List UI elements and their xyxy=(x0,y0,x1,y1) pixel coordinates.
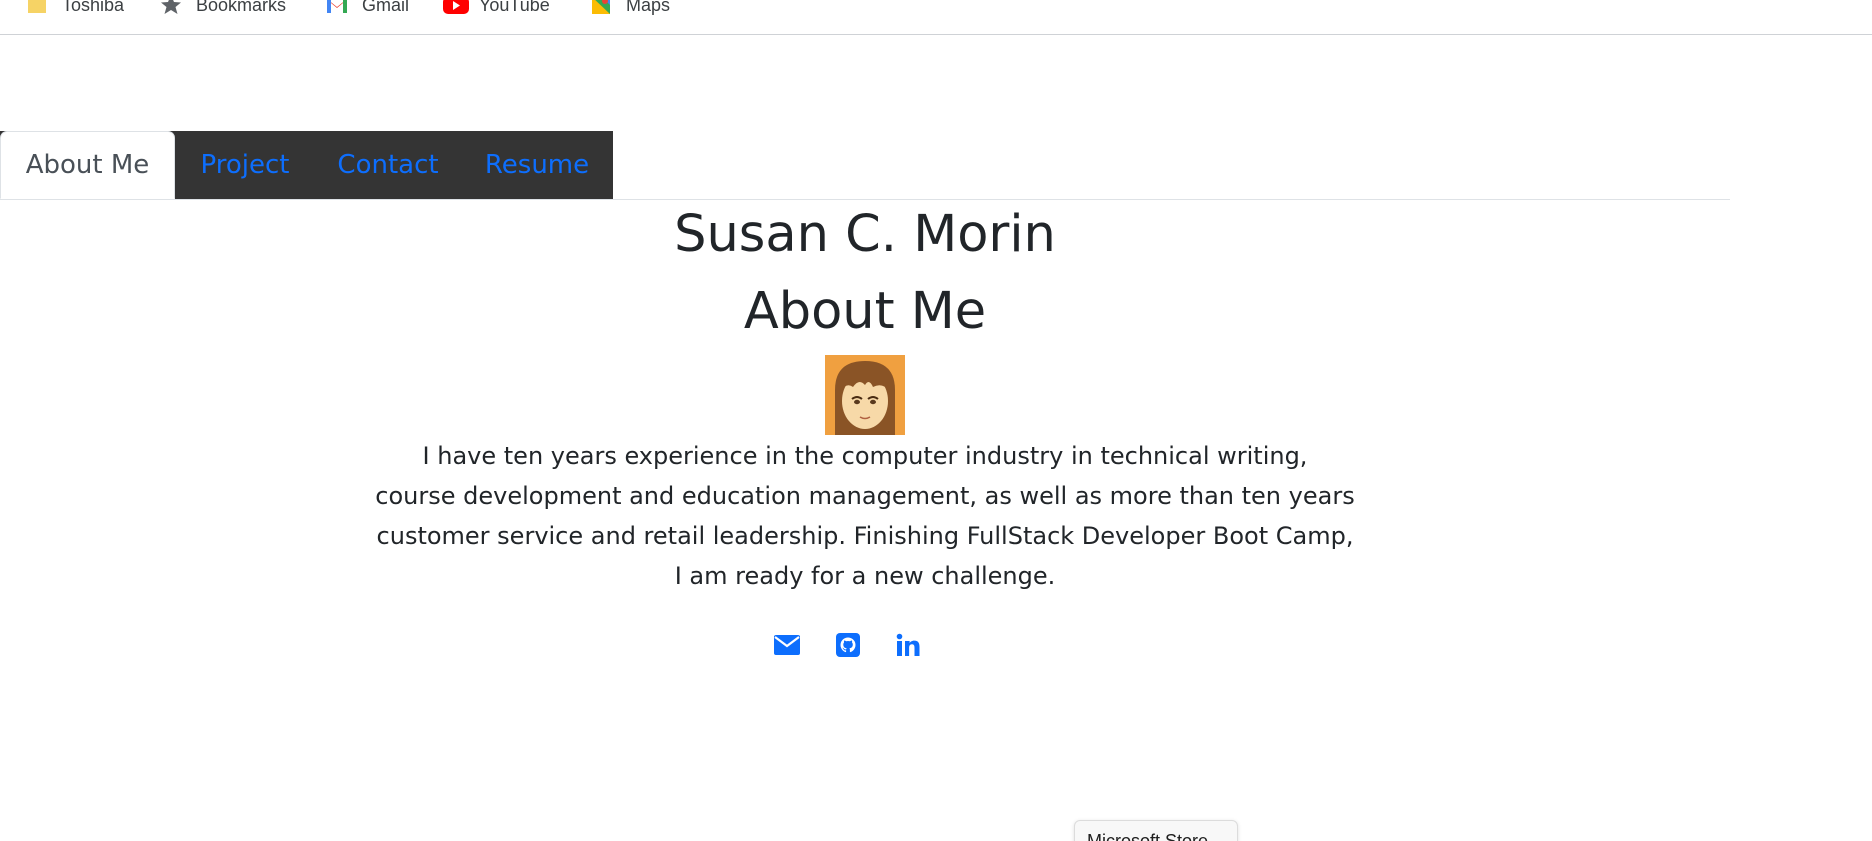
bookmark-label: Toshiba xyxy=(62,0,125,15)
nav-tabs: About Me Project Contact Resume xyxy=(0,131,1730,200)
bio-line: I am ready for a new challenge. xyxy=(674,562,1056,590)
tab-contact[interactable]: Contact xyxy=(315,131,461,199)
bio-paragraph: I have ten years experience in the compu… xyxy=(375,436,1355,596)
bookmark-label: Gmail xyxy=(362,0,410,15)
page-title: Susan C. Morin xyxy=(674,205,1056,264)
linkedin-link[interactable] xyxy=(893,632,923,662)
tab-about-me[interactable]: About Me xyxy=(0,131,175,199)
avatar xyxy=(825,355,905,435)
bookmark-label: YouTube xyxy=(479,0,550,15)
email-icon xyxy=(773,634,801,660)
youtube-icon xyxy=(443,0,469,16)
star-icon xyxy=(160,0,182,16)
tab-project[interactable]: Project xyxy=(175,131,315,199)
bookmarks-bar: Toshiba Bookmarks Gmail YouTube Maps xyxy=(0,0,1872,35)
github-icon xyxy=(836,633,860,661)
gmail-icon xyxy=(326,0,348,16)
bookmark-gmail[interactable]: Gmail xyxy=(326,0,409,17)
bio-line: course development and education managem… xyxy=(375,482,1355,510)
github-link[interactable] xyxy=(833,632,863,662)
bookmark-youtube[interactable]: YouTube xyxy=(443,0,550,17)
tooltip-popup: Microsoft Store xyxy=(1074,820,1238,841)
bookmark-maps[interactable]: Maps xyxy=(590,0,670,17)
maps-icon xyxy=(590,0,612,16)
bookmark-bookmarks[interactable]: Bookmarks xyxy=(160,0,286,17)
folder-icon xyxy=(26,0,48,16)
bio-line: customer service and retail leadership. … xyxy=(376,522,1354,550)
email-link[interactable] xyxy=(772,632,802,662)
bio-line: I have ten years experience in the compu… xyxy=(422,442,1308,470)
linkedin-icon xyxy=(896,633,920,661)
bookmark-label: Maps xyxy=(626,0,671,15)
bookmark-label: Bookmarks xyxy=(196,0,287,15)
bookmark-toshiba[interactable]: Toshiba xyxy=(26,0,124,17)
tab-resume[interactable]: Resume xyxy=(461,131,613,199)
section-title: About Me xyxy=(743,282,987,341)
